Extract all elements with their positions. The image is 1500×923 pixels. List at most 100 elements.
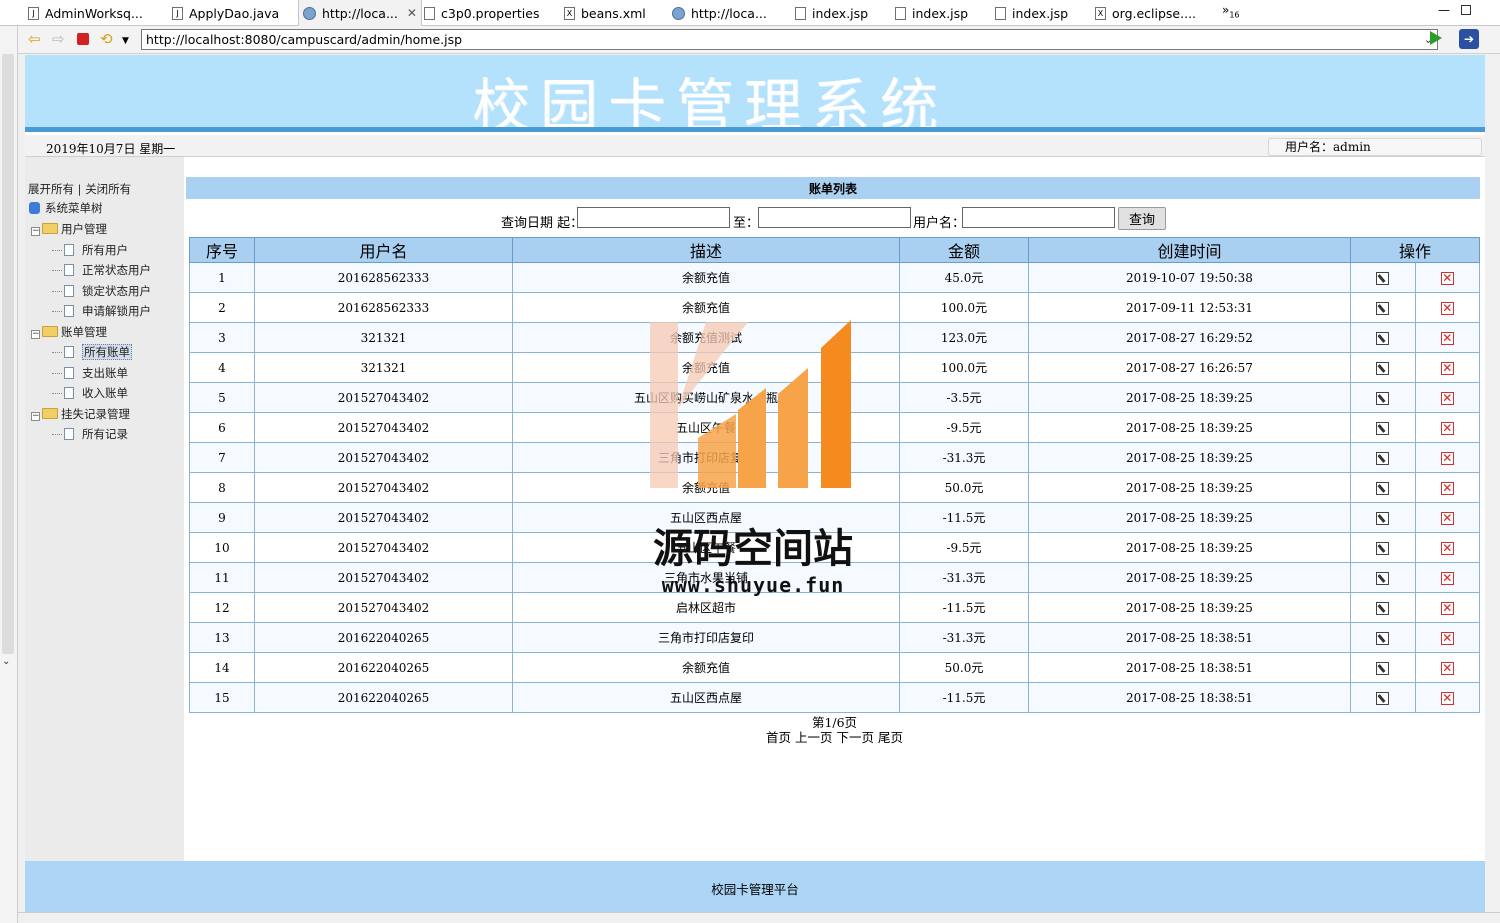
edit-icon[interactable] xyxy=(1376,541,1390,555)
expand-all-link[interactable]: 展开所有 xyxy=(28,182,74,196)
delete-icon[interactable]: ✕ xyxy=(1440,481,1454,495)
sidebar-item[interactable]: 所有用户 xyxy=(52,241,128,259)
cell-desc: 余额充值 xyxy=(512,292,900,323)
collapse-all-link[interactable]: 关闭所有 xyxy=(85,182,131,196)
editor-tab-label: index.jsp xyxy=(1012,5,1069,21)
cell-amount: -31.3元 xyxy=(899,562,1029,593)
edit-cell xyxy=(1350,502,1416,533)
go-icon[interactable] xyxy=(1430,31,1442,45)
editor-tab[interactable]: J AdminWorksq... xyxy=(24,0,147,26)
sidebar-item[interactable]: 支出账单 xyxy=(52,364,128,382)
delete-icon[interactable]: ✕ xyxy=(1440,301,1454,315)
delete-icon[interactable]: ✕ xyxy=(1440,331,1454,345)
delete-icon[interactable]: ✕ xyxy=(1440,661,1454,675)
tab-close-icon[interactable]: ✕ xyxy=(407,6,417,20)
editor-tab[interactable]: index.jsp xyxy=(791,0,872,26)
edit-icon[interactable] xyxy=(1376,391,1390,405)
first-page-link[interactable]: 首页 xyxy=(766,730,791,745)
editor-tab[interactable]: Xorg.eclipse.... xyxy=(1091,0,1200,26)
url-input[interactable]: http://localhost:8080/campuscard/admin/h… xyxy=(141,29,1438,50)
delete-icon[interactable]: ✕ xyxy=(1440,691,1454,705)
edit-icon[interactable] xyxy=(1376,571,1390,585)
open-external-icon[interactable]: ➔ xyxy=(1459,29,1479,49)
edit-icon[interactable] xyxy=(1376,301,1390,315)
jsp-file-icon xyxy=(795,6,806,20)
collapse-toggle-icon[interactable]: − xyxy=(31,227,40,236)
maximize-icon[interactable] xyxy=(1461,5,1471,15)
delete-icon[interactable]: ✕ xyxy=(1440,361,1454,375)
sidebar-item[interactable]: 锁定状态用户 xyxy=(52,282,151,300)
edit-cell xyxy=(1350,382,1416,413)
edit-icon[interactable] xyxy=(1376,691,1390,705)
delete-icon[interactable]: ✕ xyxy=(1440,571,1454,585)
stop-icon[interactable] xyxy=(77,33,89,45)
next-page-link[interactable]: 下一页 xyxy=(836,730,874,745)
collapse-toggle-icon[interactable]: − xyxy=(31,411,40,421)
tree-control-separator: | xyxy=(77,182,82,196)
folder-open-icon xyxy=(42,407,58,419)
delete-icon[interactable]: ✕ xyxy=(1440,421,1454,435)
editor-tab[interactable]: index.jsp xyxy=(991,0,1072,26)
edit-icon[interactable] xyxy=(1376,451,1390,465)
back-arrow-icon[interactable]: ⇦ xyxy=(28,32,41,47)
url-text: http://localhost:8080/campuscard/admin/h… xyxy=(146,32,463,47)
edit-icon[interactable] xyxy=(1376,481,1390,495)
cell-amount: -31.3元 xyxy=(899,622,1029,653)
collapse-toggle-icon[interactable]: − xyxy=(31,329,40,339)
tree-group-1[interactable]: − 账单管理 xyxy=(31,323,107,341)
tree-root[interactable]: 系统菜单树 xyxy=(29,199,103,217)
edit-icon[interactable] xyxy=(1376,661,1390,675)
delete-icon[interactable]: ✕ xyxy=(1440,631,1454,645)
editor-tab[interactable]: c3p0.properties xyxy=(420,0,543,26)
sidebar-item[interactable]: 所有记录 xyxy=(52,425,128,443)
edit-icon[interactable] xyxy=(1376,331,1390,345)
delete-icon[interactable]: ✕ xyxy=(1440,601,1454,615)
date-from-input[interactable] xyxy=(577,207,730,228)
history-dropdown-icon[interactable]: ▼ xyxy=(122,34,129,49)
sidebar-item[interactable]: 收入账单 xyxy=(52,384,128,402)
editor-tab[interactable]: http://loca... ✕ xyxy=(298,0,422,26)
edit-icon[interactable] xyxy=(1376,271,1390,285)
sidebar-item[interactable]: 所有账单 xyxy=(52,343,132,361)
table-row: 3 321321 余额充值测试 123.0元 2017-08-27 16:29:52 ✕ xyxy=(189,322,1480,353)
username-input[interactable] xyxy=(962,207,1115,228)
edit-icon[interactable] xyxy=(1376,421,1390,435)
tree-group-2[interactable]: − 挂失记录管理 xyxy=(31,405,130,423)
tree-group-0[interactable]: − 用户管理 xyxy=(31,220,107,238)
delete-icon[interactable]: ✕ xyxy=(1440,391,1454,405)
sidebar-item[interactable]: 正常状态用户 xyxy=(52,261,151,279)
tab-overflow-button[interactable]: »16 xyxy=(1222,3,1240,19)
delete-icon[interactable]: ✕ xyxy=(1440,271,1454,285)
editor-tab[interactable]: http://loca... xyxy=(668,0,771,26)
delete-icon[interactable]: ✕ xyxy=(1440,451,1454,465)
query-form: 查询日期 起： 至： 用户名： 查询 xyxy=(184,207,1480,231)
left-scrollbar[interactable] xyxy=(2,54,14,654)
prev-page-link[interactable]: 上一页 xyxy=(795,730,833,745)
last-page-link[interactable]: 尾页 xyxy=(878,730,903,745)
cell-user: 201527043402 xyxy=(254,502,513,533)
cell-no: 11 xyxy=(189,562,255,593)
cell-desc: 三角市打印店复印 xyxy=(512,622,900,653)
editor-tab[interactable]: index.jsp xyxy=(891,0,972,26)
xml-file-icon: X xyxy=(564,6,575,20)
editor-tab[interactable]: J ApplyDao.java xyxy=(168,0,283,26)
forward-arrow-icon[interactable]: ⇨ xyxy=(52,32,65,47)
table-row: 12 201527043402 启林区超市 -11.5元 2017-08-25 18:3… xyxy=(189,592,1480,623)
edit-icon[interactable] xyxy=(1376,601,1390,615)
cell-amount: 45.0元 xyxy=(899,262,1029,293)
delete-icon[interactable]: ✕ xyxy=(1440,541,1454,555)
query-button[interactable]: 查询 xyxy=(1118,207,1166,230)
scroll-down-icon[interactable]: ⌄ xyxy=(2,656,10,667)
edit-icon[interactable] xyxy=(1376,361,1390,375)
edit-icon[interactable] xyxy=(1376,631,1390,645)
date-to-input[interactable] xyxy=(758,207,911,228)
editor-tab[interactable]: Xbeans.xml xyxy=(560,0,650,26)
edit-icon[interactable] xyxy=(1376,511,1390,525)
cell-time: 2017-08-25 18:38:51 xyxy=(1028,622,1351,653)
tree-group-label: 账单管理 xyxy=(61,324,107,339)
delete-icon[interactable]: ✕ xyxy=(1440,511,1454,525)
minimize-icon[interactable]: — xyxy=(1438,3,1450,17)
refresh-icon[interactable]: ⟲ xyxy=(100,32,113,47)
sidebar-item[interactable]: 申请解锁用户 xyxy=(52,302,151,320)
document-icon xyxy=(64,366,74,379)
